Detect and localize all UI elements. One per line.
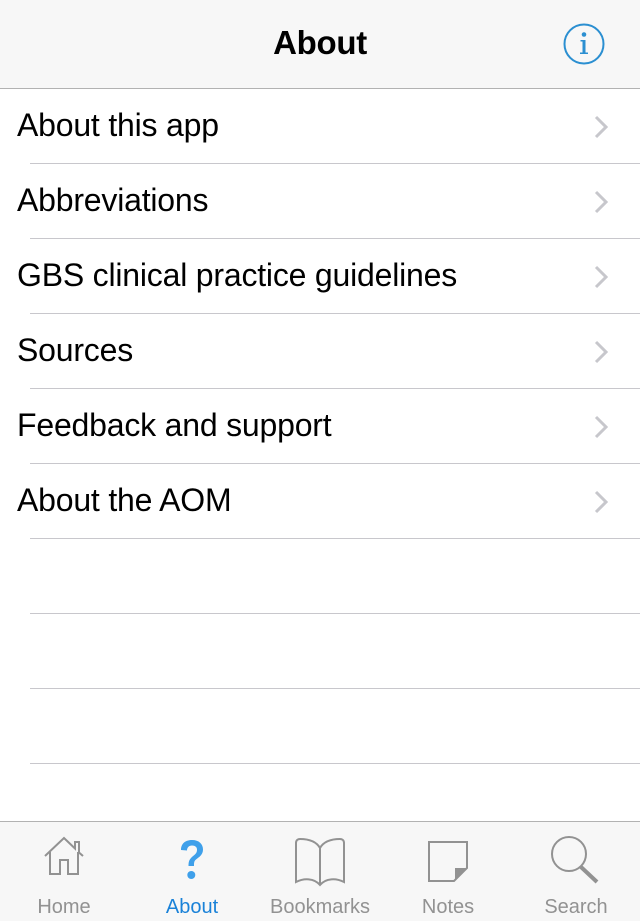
chevron-right-icon: [594, 415, 608, 439]
search-icon: [551, 836, 599, 884]
chevron-right-icon: [594, 265, 608, 289]
tab-notes[interactable]: Notes: [384, 822, 512, 921]
question-mark-icon: [181, 840, 203, 879]
tab-label: Home: [37, 896, 91, 918]
note-icon: [428, 841, 468, 882]
list-item-gbs-guidelines[interactable]: GBS clinical practice guidelines: [0, 239, 640, 314]
info-circle-icon: [563, 23, 605, 65]
home-icon: [44, 836, 84, 875]
info-button[interactable]: [563, 23, 605, 65]
list-item-label: Sources: [17, 332, 133, 368]
list-item-label: About this app: [17, 107, 219, 143]
list-item-about-aom[interactable]: About the AOM: [0, 464, 640, 539]
chevron-right-icon: [594, 490, 608, 514]
list-item-label: About the AOM: [17, 482, 232, 518]
chevron-right-icon: [594, 190, 608, 214]
list-item-sources[interactable]: Sources: [0, 314, 640, 389]
empty-row: [0, 614, 640, 689]
tab-bookmarks[interactable]: Bookmarks: [256, 822, 384, 921]
empty-row: [0, 539, 640, 614]
tab-bar: Home About Bookmarks Notes Search: [0, 821, 640, 921]
list-item-feedback-support[interactable]: Feedback and support: [0, 389, 640, 464]
tab-home[interactable]: Home: [0, 822, 128, 921]
chevron-right-icon: [594, 340, 608, 364]
list-item-about-this-app[interactable]: About this app: [0, 89, 640, 164]
tab-label: Search: [544, 896, 608, 918]
page-title: About: [273, 24, 367, 61]
tab-label: About: [165, 896, 219, 918]
list-item-label: Abbreviations: [17, 182, 209, 218]
tab-label: Notes: [421, 896, 475, 918]
chevron-right-icon: [594, 115, 608, 139]
navigation-bar: About: [0, 0, 640, 89]
list-item-abbreviations[interactable]: Abbreviations: [0, 164, 640, 239]
tab-search[interactable]: Search: [512, 822, 640, 921]
tab-label: Bookmarks: [269, 896, 371, 918]
list-item-label: GBS clinical practice guidelines: [17, 257, 458, 293]
list-item-label: Feedback and support: [17, 407, 332, 443]
empty-row: [0, 689, 640, 764]
about-menu-list: About this app Abbreviations GBS clinica…: [0, 89, 640, 764]
tab-about[interactable]: About: [128, 822, 256, 921]
book-icon: [295, 837, 345, 887]
